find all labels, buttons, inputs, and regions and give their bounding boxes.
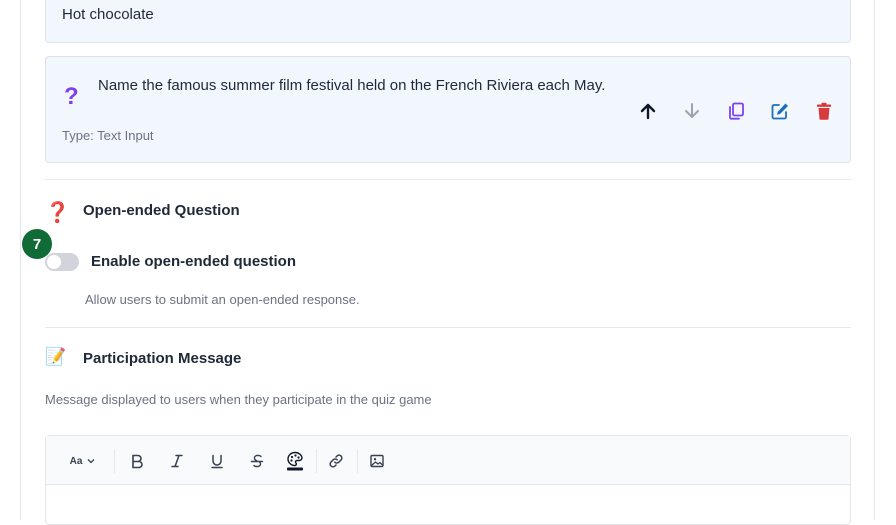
- rich-text-editor: Aa: [45, 435, 851, 525]
- question-actions: [626, 97, 846, 125]
- font-size-dropdown[interactable]: Aa: [64, 448, 102, 474]
- italic-button[interactable]: [164, 448, 190, 474]
- font-size-label: Aa: [69, 455, 83, 467]
- underline-button[interactable]: [204, 448, 230, 474]
- image-icon: [370, 454, 384, 468]
- link-icon: [329, 454, 343, 468]
- trash-icon: [817, 102, 831, 120]
- question-text: Name the famous summer film festival hel…: [98, 77, 606, 94]
- question-type-label: Type: Text Input: [62, 128, 154, 143]
- red-question-mark-icon: ❓: [45, 202, 70, 224]
- section-divider: [45, 327, 851, 328]
- underline-icon: [211, 454, 223, 469]
- open-ended-description: Allow users to submit an open-ended resp…: [85, 292, 360, 307]
- arrow-down-icon: [685, 103, 699, 118]
- palette-icon: [287, 451, 303, 471]
- move-down-button[interactable]: [670, 97, 714, 125]
- memo-icon: 📝: [45, 347, 67, 366]
- question-mark-icon: ?: [64, 83, 79, 110]
- toolbar-separator: [114, 449, 115, 473]
- delete-button[interactable]: [802, 97, 846, 125]
- italic-icon: [171, 454, 183, 468]
- toggle-knob: [47, 255, 61, 269]
- strikethrough-button[interactable]: [244, 448, 270, 474]
- duplicate-icon: [729, 102, 744, 120]
- image-button[interactable]: [364, 448, 390, 474]
- toolbar-separator: [357, 449, 358, 473]
- section-divider: [45, 179, 851, 180]
- strikethrough-icon: [250, 454, 264, 468]
- question-card: ? Name the famous summer film festival h…: [45, 56, 851, 163]
- chevron-down-icon: [87, 459, 95, 464]
- open-ended-section-title: Open-ended Question: [83, 202, 240, 219]
- participation-description: Message displayed to users when they par…: [45, 392, 432, 407]
- participation-section-title: Participation Message: [83, 350, 242, 367]
- answer-option-box[interactable]: Hot chocolate: [45, 0, 851, 43]
- text-color-button[interactable]: [282, 448, 308, 474]
- bold-button[interactable]: [124, 448, 150, 474]
- move-up-button[interactable]: [626, 97, 670, 125]
- edit-button[interactable]: [758, 97, 802, 125]
- bold-icon: [132, 454, 143, 469]
- answer-option-text: Hot chocolate: [62, 6, 154, 23]
- arrow-up-icon: [640, 103, 656, 120]
- duplicate-button[interactable]: [714, 97, 758, 125]
- open-ended-toggle[interactable]: [45, 253, 79, 271]
- editor-toolbar: Aa: [46, 436, 850, 485]
- edit-icon: [771, 103, 788, 120]
- link-button[interactable]: [323, 448, 349, 474]
- toolbar-separator: [316, 449, 317, 473]
- open-ended-toggle-label: Enable open-ended question: [91, 253, 297, 270]
